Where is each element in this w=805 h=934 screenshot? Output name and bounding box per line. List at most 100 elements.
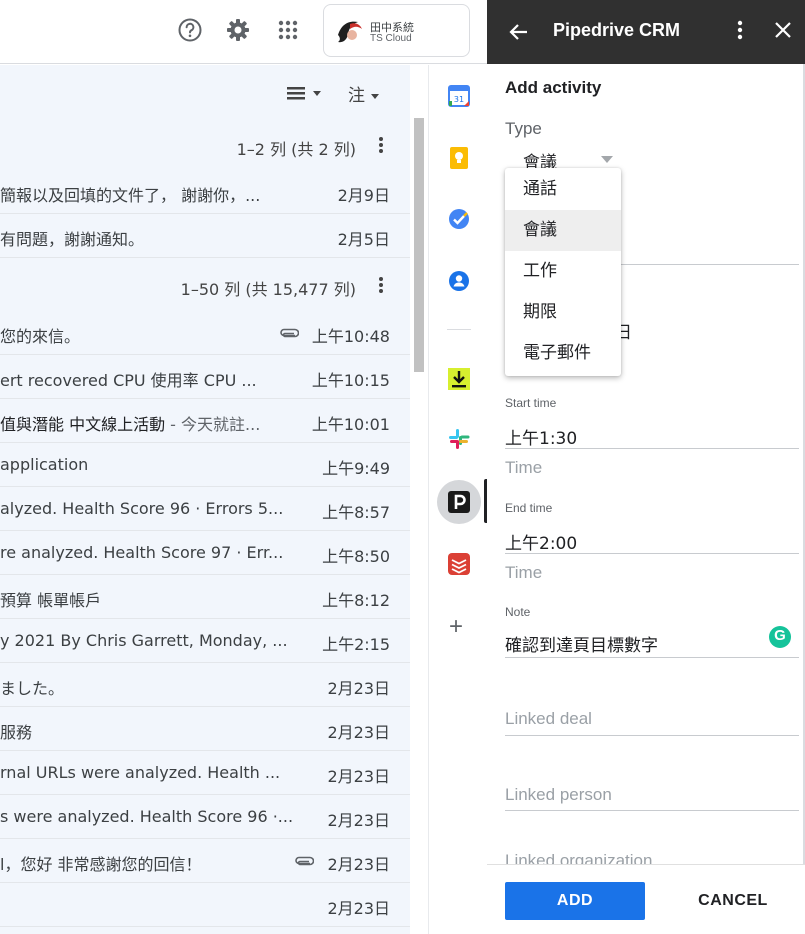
grammarly-icon[interactable]: G <box>769 626 791 648</box>
type-option-task[interactable]: 工作 <box>505 251 621 292</box>
todoist-icon[interactable] <box>447 552 471 576</box>
form-section-title: Add activity <box>505 78 602 97</box>
linked-deal-input[interactable]: Linked deal <box>505 709 592 729</box>
more-vert-icon[interactable] <box>378 136 384 154</box>
mail-time: 上午8:57 <box>322 503 390 522</box>
mail-snippet: - 今天就註... <box>165 415 261 434</box>
type-select-caret-icon[interactable] <box>601 156 613 163</box>
slack-icon[interactable] <box>447 427 471 451</box>
panel-more-vert-icon[interactable] <box>737 20 743 40</box>
mail-row[interactable]: 值與潛能 中文線上活動 - 今天就註... 上午10:01 <box>0 399 410 443</box>
google-calendar-icon[interactable]: 31 <box>447 84 471 108</box>
mail-subject: ました。 <box>0 679 65 698</box>
mail-time: 2月23日 <box>327 767 390 786</box>
mail-row[interactable]: ert recovered CPU 使用率 CPU ... 上午10:15 <box>0 355 410 399</box>
mail-list: 注 1–2 列 (共 2 列) 簡報以及回填的文件了， 謝謝你，... 2月9日… <box>0 65 410 934</box>
mail-subject: rnal URLs were analyzed. Health ... <box>0 763 281 782</box>
mail-time: 上午2:15 <box>322 635 390 654</box>
note-label: Note <box>505 605 531 619</box>
google-contacts-icon[interactable] <box>447 269 471 293</box>
gmail-topbar: 田中系統 TS Cloud <box>0 0 487 64</box>
google-tasks-icon[interactable] <box>447 207 471 231</box>
account-subname: TS Cloud <box>370 33 412 44</box>
end-time-placeholder[interactable]: Time <box>505 563 542 583</box>
mail-row[interactable]: 簡報以及回填的文件了， 謝謝你，... 2月9日 <box>0 170 410 214</box>
type-option-email[interactable]: 電子郵件 <box>505 333 621 374</box>
type-option-deadline[interactable]: 期限 <box>505 292 621 333</box>
mail-subject-main: 值與潛能 中文線上活動 <box>0 415 166 434</box>
start-time-label: Start time <box>505 396 557 410</box>
help-icon[interactable] <box>177 17 203 43</box>
mail-row[interactable]: s were analyzed. Health Score 96 ·... 2月… <box>0 795 410 839</box>
svg-text:31: 31 <box>454 95 464 104</box>
mail-row[interactable]: 服務 2月23日 <box>0 707 410 751</box>
apps-grid-icon[interactable] <box>275 17 301 43</box>
mail-time: 2月23日 <box>327 811 390 830</box>
back-arrow-icon[interactable] <box>507 20 531 44</box>
mail-subject: s were analyzed. Health Score 96 ·... <box>0 807 294 826</box>
mail-row[interactable]: 預算 帳單帳戶 上午8:12 <box>0 575 410 619</box>
type-label: Type <box>505 119 542 138</box>
attachment-icon <box>295 856 314 866</box>
close-icon[interactable] <box>773 20 793 40</box>
google-keep-icon[interactable] <box>447 146 471 170</box>
panel-title: Pipedrive CRM <box>553 20 681 40</box>
mail-subject: 您的來信。 <box>0 327 81 346</box>
pipedrive-panel: Pipedrive CRM Add activity Type 會議 日 Sta… <box>487 0 805 934</box>
type-option-meeting[interactable]: 會議 <box>505 210 621 251</box>
mail-row[interactable]: 有問題，謝謝通知。 2月5日 <box>0 214 410 258</box>
panel-footer: ADD CANCEL <box>487 864 805 934</box>
addon-rail: 31 + <box>428 65 488 934</box>
mail-row[interactable]: l，您好 非常感謝您的回信！ 2月23日 <box>0 839 410 883</box>
settings-gear-icon[interactable] <box>225 17 251 43</box>
mail-row[interactable]: application 上午9:49 <box>0 443 410 487</box>
attachment-icon <box>280 328 299 338</box>
mail-row[interactable]: y 2021 By Chris Garrett, Monday, ... 上午2… <box>0 619 410 663</box>
field-underline <box>505 448 799 449</box>
mail-subject: 服務 <box>0 723 33 742</box>
mail-row[interactable]: rnal URLs were analyzed. Health ... 2月23… <box>0 751 410 795</box>
pagination-text: 1–50 列 (共 15,477 列) <box>180 280 356 299</box>
more-vert-icon[interactable] <box>378 276 384 294</box>
mail-time: 上午8:12 <box>322 591 390 610</box>
type-option-call[interactable]: 通話 <box>505 169 621 210</box>
start-time-placeholder[interactable]: Time <box>505 458 542 478</box>
mail-row[interactable]: 您的來信。 上午10:48 <box>0 311 410 355</box>
field-underline <box>505 810 799 811</box>
field-underline <box>505 657 799 658</box>
linked-person-input[interactable]: Linked person <box>505 785 612 805</box>
mail-subject: 值與潛能 中文線上活動 - 今天就註... <box>0 411 300 435</box>
mail-subject: y 2021 By Chris Garrett, Monday, ... <box>0 631 288 650</box>
get-addons-plus-icon[interactable]: + <box>449 613 463 641</box>
mail-subject: 預算 帳單帳戶 <box>0 591 102 610</box>
mail-subject: alyzed. Health Score 96 · Errors 5... <box>0 499 284 518</box>
rail-divider <box>447 329 471 330</box>
add-button[interactable]: ADD <box>505 882 645 920</box>
start-time-input[interactable]: 上午1:30 <box>505 424 577 449</box>
field-underline <box>505 735 799 736</box>
end-time-label: End time <box>505 501 553 515</box>
account-chip[interactable]: 田中系統 TS Cloud <box>323 4 470 57</box>
field-underline <box>505 553 799 554</box>
linked-organization-input[interactable]: Linked organization <box>505 851 652 864</box>
pipedrive-icon[interactable] <box>447 490 471 514</box>
mail-time: 2月5日 <box>337 230 390 249</box>
input-tools-button[interactable]: 注 <box>348 81 379 106</box>
mail-subject: re analyzed. Health Score 97 · Err... <box>0 543 284 562</box>
mail-row[interactable]: alyzed. Health Score 96 · Errors 5... 上午… <box>0 487 410 531</box>
cancel-button[interactable]: CANCEL <box>683 882 783 920</box>
mail-row[interactable]: re analyzed. Health Score 97 · Err... 上午… <box>0 531 410 575</box>
density-menu-icon[interactable] <box>287 83 323 103</box>
end-time-input[interactable]: 上午2:00 <box>505 529 577 554</box>
mail-list-scrollbar[interactable] <box>414 118 424 372</box>
mail-row[interactable]: ました。 2月23日 <box>0 663 410 707</box>
download-addon-icon[interactable] <box>447 367 471 391</box>
note-input[interactable]: 確認到達頁目標數字 <box>505 631 658 656</box>
mail-time: 上午9:49 <box>322 459 390 478</box>
mail-time: 2月23日 <box>327 899 390 918</box>
mail-subject: application <box>0 455 89 474</box>
mail-subject: 簡報以及回填的文件了， 謝謝你，... <box>0 186 261 205</box>
mail-time: 上午10:15 <box>311 371 390 390</box>
mail-row[interactable]: 2月23日 <box>0 883 410 927</box>
mail-time: 上午10:01 <box>311 415 390 434</box>
